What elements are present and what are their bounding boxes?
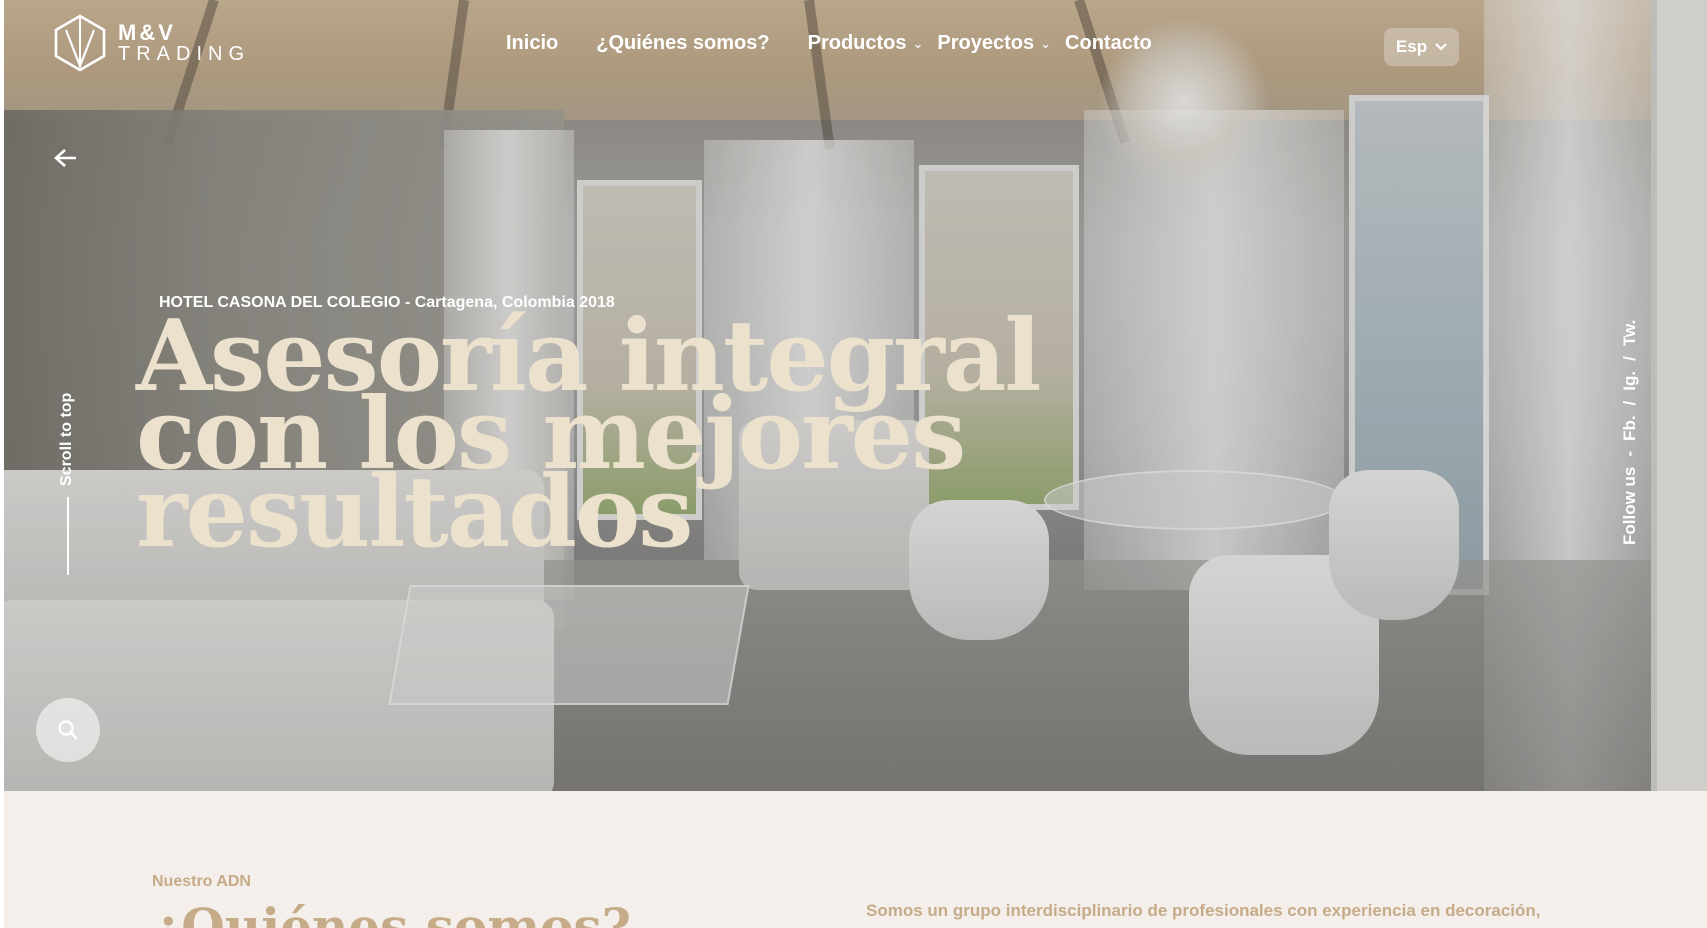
social-link-ig[interactable]: Ig. (1620, 371, 1640, 391)
social-link-tw[interactable]: Tw. (1620, 320, 1640, 346)
brand-line2: TRADING (118, 43, 250, 65)
arrow-left-icon[interactable] (54, 145, 78, 173)
follow-label: Follow us (1620, 466, 1639, 545)
about-title: ¿Quiénes somos? (152, 897, 631, 928)
chevron-down-icon (1435, 43, 1447, 51)
nav-label: Inicio (506, 32, 559, 54)
about-section: Nuestro ADN ¿Quiénes somos? Somos un gru… (4, 791, 1707, 928)
nav-item-contacto[interactable]: Contacto (1065, 32, 1152, 55)
logo-icon (54, 14, 106, 72)
chevron-down-icon: ⌄ (1040, 35, 1052, 51)
main-nav: Inicio ¿Quiénes somos? Productos ⌄ Proye… (506, 32, 1152, 55)
about-label: Nuestro ADN (152, 873, 251, 890)
social-link-fb[interactable]: Fb. (1620, 415, 1640, 441)
social-divider: / (1620, 356, 1639, 361)
brand-line1: M&V (118, 20, 176, 45)
nav-label: ¿Quiénes somos? (596, 32, 770, 54)
chevron-down-icon: ⌄ (912, 35, 924, 51)
social-links: Follow us - Fb. / Ig. / Tw. (1620, 240, 1650, 550)
nav-label: Proyectos (937, 32, 1035, 54)
nav-label: Contacto (1065, 32, 1152, 54)
search-icon (58, 720, 78, 740)
about-text: Somos un grupo interdisciplinario de pro… (866, 901, 1541, 920)
social-separator: - (1620, 450, 1639, 457)
logo[interactable]: M&V TRADING (54, 14, 250, 72)
nav-item-productos[interactable]: Productos ⌄ (808, 32, 924, 55)
nav-item-proyectos[interactable]: Proyectos ⌄ (937, 32, 1051, 55)
language-label: Esp (1395, 37, 1428, 56)
nav-item-inicio[interactable]: Inicio (506, 32, 558, 55)
hero-headline: Asesoría integral con los mejores result… (136, 308, 1042, 562)
nav-label: Productos (807, 32, 907, 54)
social-divider: / (1620, 400, 1639, 406)
language-selector[interactable]: Esp (1384, 28, 1459, 66)
scroll-to-top-label: Scroll to top (58, 392, 75, 486)
search-button[interactable] (36, 698, 100, 762)
nav-item-quienes-somos[interactable]: ¿Quiénes somos? (596, 32, 769, 55)
scroll-line (67, 497, 69, 575)
